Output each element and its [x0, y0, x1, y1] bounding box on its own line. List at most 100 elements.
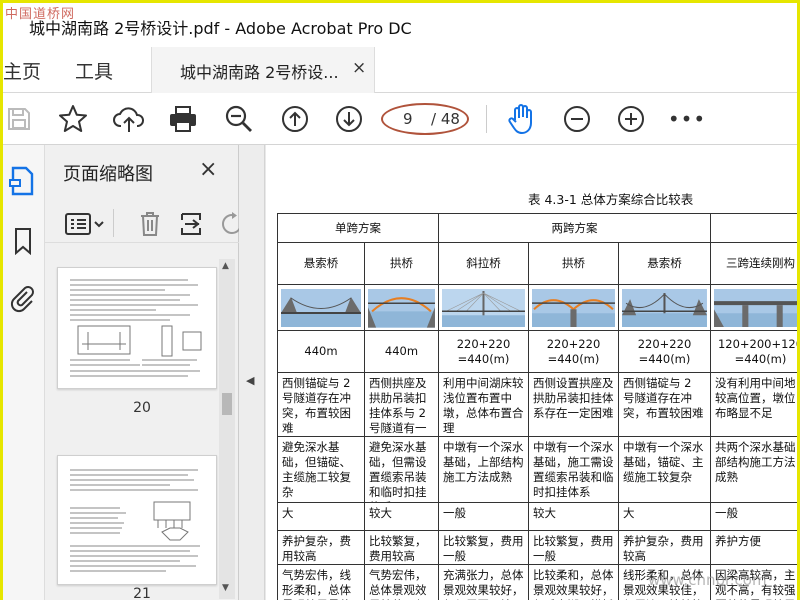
- close-tab-icon[interactable]: ×: [352, 58, 366, 78]
- table-cell: 养护复杂，费用较高: [619, 531, 711, 565]
- bridge-illustration: [619, 285, 711, 331]
- navigation-rail: [3, 145, 45, 600]
- thumbnail-page-number: 20: [133, 400, 151, 416]
- page-up-icon[interactable]: [277, 101, 313, 137]
- table-cell: 中墩有一个深水基础，施工需设置缆索吊装和临时扣挂体系: [529, 437, 619, 503]
- zoom-out-icon[interactable]: [559, 101, 595, 137]
- table-cell: 比较繁复，费用较高: [365, 531, 439, 565]
- table-cell: 西侧锚碇与 2 号隧道存在冲突，布置较困难: [277, 373, 365, 437]
- menu-home[interactable]: 主页: [3, 57, 41, 84]
- extract-page-icon[interactable]: [179, 211, 205, 237]
- attachments-icon[interactable]: [9, 283, 35, 313]
- bridge-illustration: [365, 285, 439, 331]
- table-cell: 充满张力，总体景观效果较好，但与周围环境: [439, 565, 529, 600]
- rotate-page-icon[interactable]: [219, 211, 239, 237]
- page-down-icon[interactable]: [331, 101, 367, 137]
- table-cell: 气势宏伟，线形柔和，总体景观效果最佳: [277, 565, 365, 600]
- table-cell: 比较柔和，总体景观效果较好，但千岛湖区拱桥较多，略有雷同: [529, 565, 619, 600]
- title-bar: 中国道桥网 城中湖南路 2号桥设计.pdf - Adobe Acrobat Pr…: [3, 3, 797, 47]
- group-header-empty: [711, 213, 797, 243]
- scroll-down-icon[interactable]: ▼: [222, 583, 229, 593]
- menu-tools[interactable]: 工具: [75, 57, 113, 84]
- table-cell: 气势宏伟，总体景观效果较佳，但与周边: [365, 565, 439, 600]
- table-cell: 西侧拱座及拱肋吊装扣挂体系与 2 号隧道有一定矛盾: [365, 373, 439, 437]
- group-header: 单跨方案: [277, 213, 439, 243]
- document-tab-label: 城中湖南路 2号桥设...: [180, 63, 339, 82]
- table-cell: 大: [277, 503, 365, 531]
- span-length: 220+220 =440(m): [529, 331, 619, 373]
- table-cell: 大: [619, 503, 711, 531]
- options-menu-icon[interactable]: [65, 213, 105, 235]
- table-cell: 西侧锚碇与 2 号隧道存在冲突，布置较困难: [619, 373, 711, 437]
- panel-divider: [113, 209, 114, 237]
- table-cell: 避免深水基础，但锚碇、主缆施工较复杂: [277, 437, 365, 503]
- thumbnails-panel: 页面缩略图 × 20 21 ▲ ▼: [45, 145, 239, 600]
- bridge-illustration: [439, 285, 529, 331]
- delete-page-icon[interactable]: [139, 211, 161, 237]
- span-length: 220+220 =440(m): [619, 331, 711, 373]
- pdf-page: 表 4.3-1 总体方案综合比较表 单跨方案 两跨方案 悬索桥 拱桥 斜拉桥 拱…: [266, 145, 797, 600]
- table-cell: 西侧设置拱座及拱肋吊装扣挂体系存在一定困难: [529, 373, 619, 437]
- zoom-search-icon[interactable]: [221, 101, 257, 137]
- table-cell: 比较繁复，费用一般: [439, 531, 529, 565]
- bridge-illustration: [529, 285, 619, 331]
- document-tab[interactable]: 城中湖南路 2号桥设... ×: [151, 47, 375, 93]
- more-icon[interactable]: •••: [668, 101, 705, 137]
- bookmarks-icon[interactable]: [13, 227, 33, 256]
- scroll-up-icon[interactable]: ▲: [222, 261, 229, 271]
- bridge-type: 悬索桥: [619, 243, 711, 285]
- close-panel-icon[interactable]: ×: [199, 157, 217, 182]
- bridge-illustration: [711, 285, 797, 331]
- cloud-upload-icon[interactable]: [111, 101, 147, 137]
- span-length: 440m: [365, 331, 439, 373]
- table-cell: 中墩有一个深水基础，上部结构施工方法成熟: [439, 437, 529, 503]
- panel-title: 页面缩略图: [63, 164, 153, 185]
- table-caption: 表 4.3-1 总体方案综合比较表: [528, 192, 694, 207]
- toolbar: 9 / 48 •••: [3, 93, 797, 145]
- table-cell: 中墩有一个深水基础，锚碇、主缆施工较复杂: [619, 437, 711, 503]
- span-length: 120+200+120 =440(m): [711, 331, 797, 373]
- current-page[interactable]: 9: [403, 110, 413, 128]
- print-icon[interactable]: [165, 101, 201, 137]
- menu-bar: 主页 工具 城中湖南路 2号桥设... ×: [3, 47, 797, 93]
- window-title: 城中湖南路 2号桥设计.pdf - Adobe Acrobat Pro DC: [29, 19, 412, 38]
- total-pages: / 48: [431, 110, 460, 128]
- bookmark-star-icon[interactable]: [55, 101, 91, 137]
- site-watermark-bottom: www.cnnbr.com: [648, 571, 767, 589]
- span-length: 440m: [277, 331, 365, 373]
- panel-toolbar: [45, 203, 239, 243]
- bridge-type: 悬索桥: [277, 243, 365, 285]
- table-cell: 一般: [439, 503, 529, 531]
- bridge-type: 三跨连续刚构: [711, 243, 797, 285]
- table-cell: 一般: [711, 503, 797, 531]
- table-cell: 共两个深水基础部结构施工方法成熟: [711, 437, 797, 503]
- hand-tool-icon[interactable]: [504, 101, 540, 137]
- bridge-illustration: [277, 285, 365, 331]
- table-cell: 避免深水基础，但需设置缆索吊装和临时扣挂体系: [365, 437, 439, 503]
- span-length: 220+220 =440(m): [439, 331, 529, 373]
- table-cell: 养护复杂，费用较高: [277, 531, 365, 565]
- zoom-in-icon[interactable]: [613, 101, 649, 137]
- scrollbar-thumb[interactable]: [222, 393, 232, 415]
- group-header: 两跨方案: [439, 213, 711, 243]
- table-cell: 比较繁复，费用一般: [529, 531, 619, 565]
- table-cell: 较大: [365, 503, 439, 531]
- thumbnail-page-number: 21: [133, 586, 151, 600]
- page-number-field[interactable]: 9 / 48: [381, 103, 469, 135]
- document-view[interactable]: ◀ 表 4.3-1 总体方案综合比较表 单跨方案 两跨方案 悬索桥 拱桥 斜拉桥…: [239, 145, 797, 600]
- table-cell: 利用中间湖床较浅位置布置中墩，总体布置合理: [439, 373, 529, 437]
- page-thumbnails-icon[interactable]: [9, 165, 39, 199]
- save-icon[interactable]: [1, 101, 37, 137]
- collapse-panel-icon[interactable]: ◀: [246, 374, 254, 387]
- page-thumbnail[interactable]: [57, 267, 217, 389]
- table-cell: 较大: [529, 503, 619, 531]
- bridge-type: 斜拉桥: [439, 243, 529, 285]
- bridge-type: 拱桥: [529, 243, 619, 285]
- panel-splitter[interactable]: ◀: [239, 145, 265, 600]
- bridge-type: 拱桥: [365, 243, 439, 285]
- table-cell: 养护方便: [711, 531, 797, 565]
- page-thumbnail[interactable]: [57, 455, 217, 585]
- thumbnail-scrollbar[interactable]: ▲ ▼: [219, 259, 235, 599]
- table-cell: 没有利用中间地较高位置，墩位布略显不足: [711, 373, 797, 437]
- toolbar-divider: [486, 105, 487, 133]
